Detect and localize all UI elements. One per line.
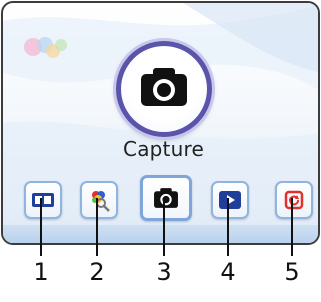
callout-line-2 [96, 198, 98, 256]
capture-mode-button[interactable] [116, 41, 212, 137]
color-magnifier-icon [92, 191, 110, 212]
camera-icon [141, 68, 187, 106]
device-screen: Capture [1, 1, 320, 245]
callout-number-3: 3 [156, 258, 172, 286]
color-effect-button[interactable] [80, 181, 118, 219]
callout-number-1: 1 [33, 258, 49, 286]
callout-line-5 [291, 198, 293, 256]
camera-icon [154, 188, 178, 208]
film-strip-button[interactable] [24, 181, 62, 219]
playback-button[interactable] [211, 181, 249, 219]
callout-line-1 [40, 198, 42, 256]
device-diagram: Capture 1 2 3 4 5 [0, 0, 321, 302]
play-icon [219, 191, 241, 209]
callout-number-2: 2 [89, 258, 105, 286]
rotate-button[interactable] [275, 181, 313, 219]
bottom-band [3, 225, 318, 243]
mode-toolbar [3, 175, 318, 225]
camera-button[interactable] [140, 175, 192, 221]
decorative-dots [24, 37, 67, 58]
mode-label: Capture [123, 137, 204, 161]
callout-number-5: 5 [284, 258, 300, 286]
rotate-icon [284, 190, 304, 210]
callout-number-4: 4 [220, 258, 236, 286]
callout-line-3 [163, 198, 165, 256]
callout-line-4 [227, 198, 229, 256]
film-strip-icon [32, 193, 54, 207]
